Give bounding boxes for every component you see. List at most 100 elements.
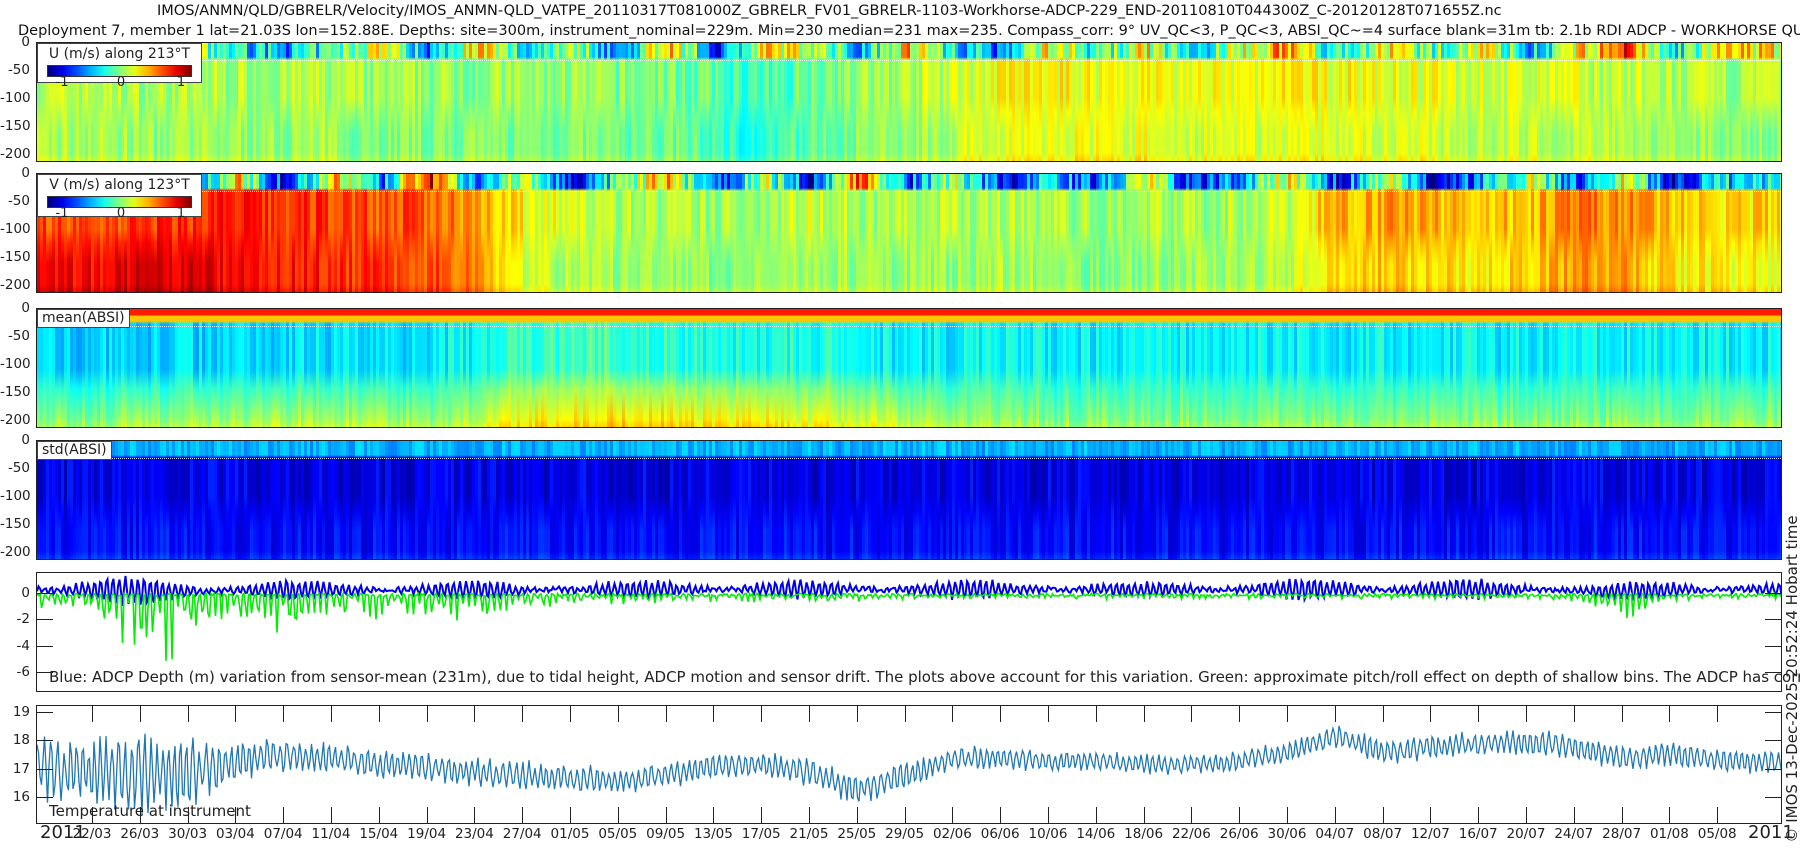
y-tick-label: 19 bbox=[12, 704, 30, 721]
x-tick bbox=[761, 807, 763, 824]
surface-blank-line bbox=[37, 326, 1781, 327]
x-tick-label: 14/06 bbox=[1076, 826, 1116, 842]
y-tick-label: -150 bbox=[0, 516, 31, 532]
x-tick-label: 26/06 bbox=[1219, 826, 1259, 842]
surface-blank-line bbox=[37, 191, 1781, 192]
v-legend-title: V (m/s) along 123°T bbox=[49, 177, 190, 193]
y-tick bbox=[36, 593, 53, 595]
x-tick bbox=[1669, 807, 1671, 824]
x-tick bbox=[426, 705, 428, 722]
x-tick bbox=[1717, 705, 1719, 722]
x-tick-label: 02/06 bbox=[932, 826, 972, 842]
x-tick bbox=[474, 807, 476, 824]
x-tick bbox=[522, 807, 524, 824]
x-tick-label: 03/04 bbox=[215, 826, 255, 842]
x-tick bbox=[1287, 807, 1288, 824]
x-tick bbox=[1334, 705, 1336, 722]
x-tick-label: 26/03 bbox=[120, 826, 160, 842]
y-tick-label: -100 bbox=[0, 90, 31, 106]
x-tick-label: 23/04 bbox=[454, 826, 494, 842]
x-tick-label: 11/04 bbox=[311, 826, 351, 842]
figure-title-metadata: Deployment 7, member 1 lat=21.03S lon=15… bbox=[18, 23, 1800, 39]
depth-plot-note: Blue: ADCP Depth (m) variation from sens… bbox=[49, 668, 1800, 686]
x-tick-label: 19/04 bbox=[407, 826, 447, 842]
y-tick-label: -2 bbox=[16, 611, 30, 628]
y-tick-label: -50 bbox=[7, 62, 30, 78]
x-tick bbox=[665, 807, 667, 824]
x-tick bbox=[1478, 807, 1480, 824]
u-velocity-heatmap bbox=[36, 42, 1782, 162]
y-tick-label: -50 bbox=[7, 460, 30, 476]
x-tick bbox=[1669, 705, 1671, 722]
x-tick-label: 28/07 bbox=[1602, 826, 1642, 842]
y-tick-label: -200 bbox=[0, 146, 31, 162]
y-tick-label: 0 bbox=[21, 34, 30, 50]
y-tick bbox=[1765, 619, 1782, 621]
v-velocity-heatmap bbox=[36, 173, 1782, 293]
x-tick bbox=[139, 705, 141, 722]
x-tick bbox=[1287, 705, 1288, 722]
x-tick bbox=[283, 705, 285, 722]
x-tick bbox=[1430, 807, 1432, 824]
x-tick bbox=[1095, 705, 1097, 722]
x-tick bbox=[809, 807, 810, 824]
x-tick-label: 18/06 bbox=[1124, 826, 1164, 842]
x-tick-label: 01/08 bbox=[1649, 826, 1689, 842]
colorbar-tick: 0 bbox=[116, 75, 126, 90]
x-tick bbox=[617, 807, 619, 824]
y-tick bbox=[36, 797, 53, 799]
x-tick-label: 16/07 bbox=[1458, 826, 1498, 842]
x-tick bbox=[522, 705, 524, 722]
x-tick bbox=[1478, 705, 1480, 722]
x-tick bbox=[713, 705, 715, 722]
colorbar-tick: 0 bbox=[116, 206, 126, 221]
x-tick bbox=[1191, 807, 1193, 824]
x-tick-label: 30/03 bbox=[168, 826, 208, 842]
x-tick bbox=[1526, 705, 1527, 722]
x-tick bbox=[1095, 807, 1097, 824]
x-tick bbox=[952, 705, 954, 722]
x-tick bbox=[1717, 807, 1719, 824]
x-tick-label: 10/06 bbox=[1028, 826, 1068, 842]
x-tick bbox=[474, 705, 476, 722]
x-tick bbox=[617, 705, 619, 722]
x-tick bbox=[713, 807, 715, 824]
x-tick bbox=[570, 807, 571, 824]
x-tick-label: 27/04 bbox=[502, 826, 542, 842]
x-tick bbox=[1239, 705, 1241, 722]
x-tick-label: 09/05 bbox=[646, 826, 686, 842]
x-tick bbox=[856, 705, 858, 722]
x-tick bbox=[1621, 807, 1623, 824]
x-tick-label: 22/06 bbox=[1171, 826, 1211, 842]
temperature-plot-label: Temperature at instrument bbox=[49, 802, 251, 820]
x-tick bbox=[904, 705, 906, 722]
x-tick-label: 24/07 bbox=[1554, 826, 1594, 842]
y-tick bbox=[36, 768, 53, 770]
x-tick bbox=[1526, 807, 1527, 824]
y-tick-label: -6 bbox=[16, 664, 30, 681]
y-tick bbox=[1765, 593, 1782, 595]
x-tick bbox=[1143, 705, 1145, 722]
x-tick bbox=[1239, 807, 1241, 824]
x-tick-label: 21/05 bbox=[789, 826, 829, 842]
surface-blank-line bbox=[37, 458, 1781, 459]
y-tick-label: 0 bbox=[21, 432, 30, 448]
x-tick-label: 30/06 bbox=[1267, 826, 1307, 842]
y-tick-label: -100 bbox=[0, 356, 31, 372]
y-tick-label: 0 bbox=[21, 165, 30, 181]
x-tick bbox=[1621, 705, 1623, 722]
x-tick bbox=[235, 705, 237, 722]
x-tick bbox=[570, 705, 571, 722]
y-tick bbox=[36, 712, 53, 714]
x-tick bbox=[809, 705, 810, 722]
x-tick bbox=[187, 705, 189, 722]
y-tick-label: 16 bbox=[12, 789, 30, 806]
x-tick-label: 08/07 bbox=[1363, 826, 1403, 842]
y-tick-label: -150 bbox=[0, 118, 31, 134]
temperature-series bbox=[37, 725, 1781, 815]
mean-absi-heatmap bbox=[36, 308, 1782, 428]
y-tick bbox=[1765, 740, 1782, 742]
x-tick bbox=[283, 807, 285, 824]
temperature-series-svg bbox=[37, 725, 1781, 815]
y-tick-label: -50 bbox=[7, 193, 30, 209]
